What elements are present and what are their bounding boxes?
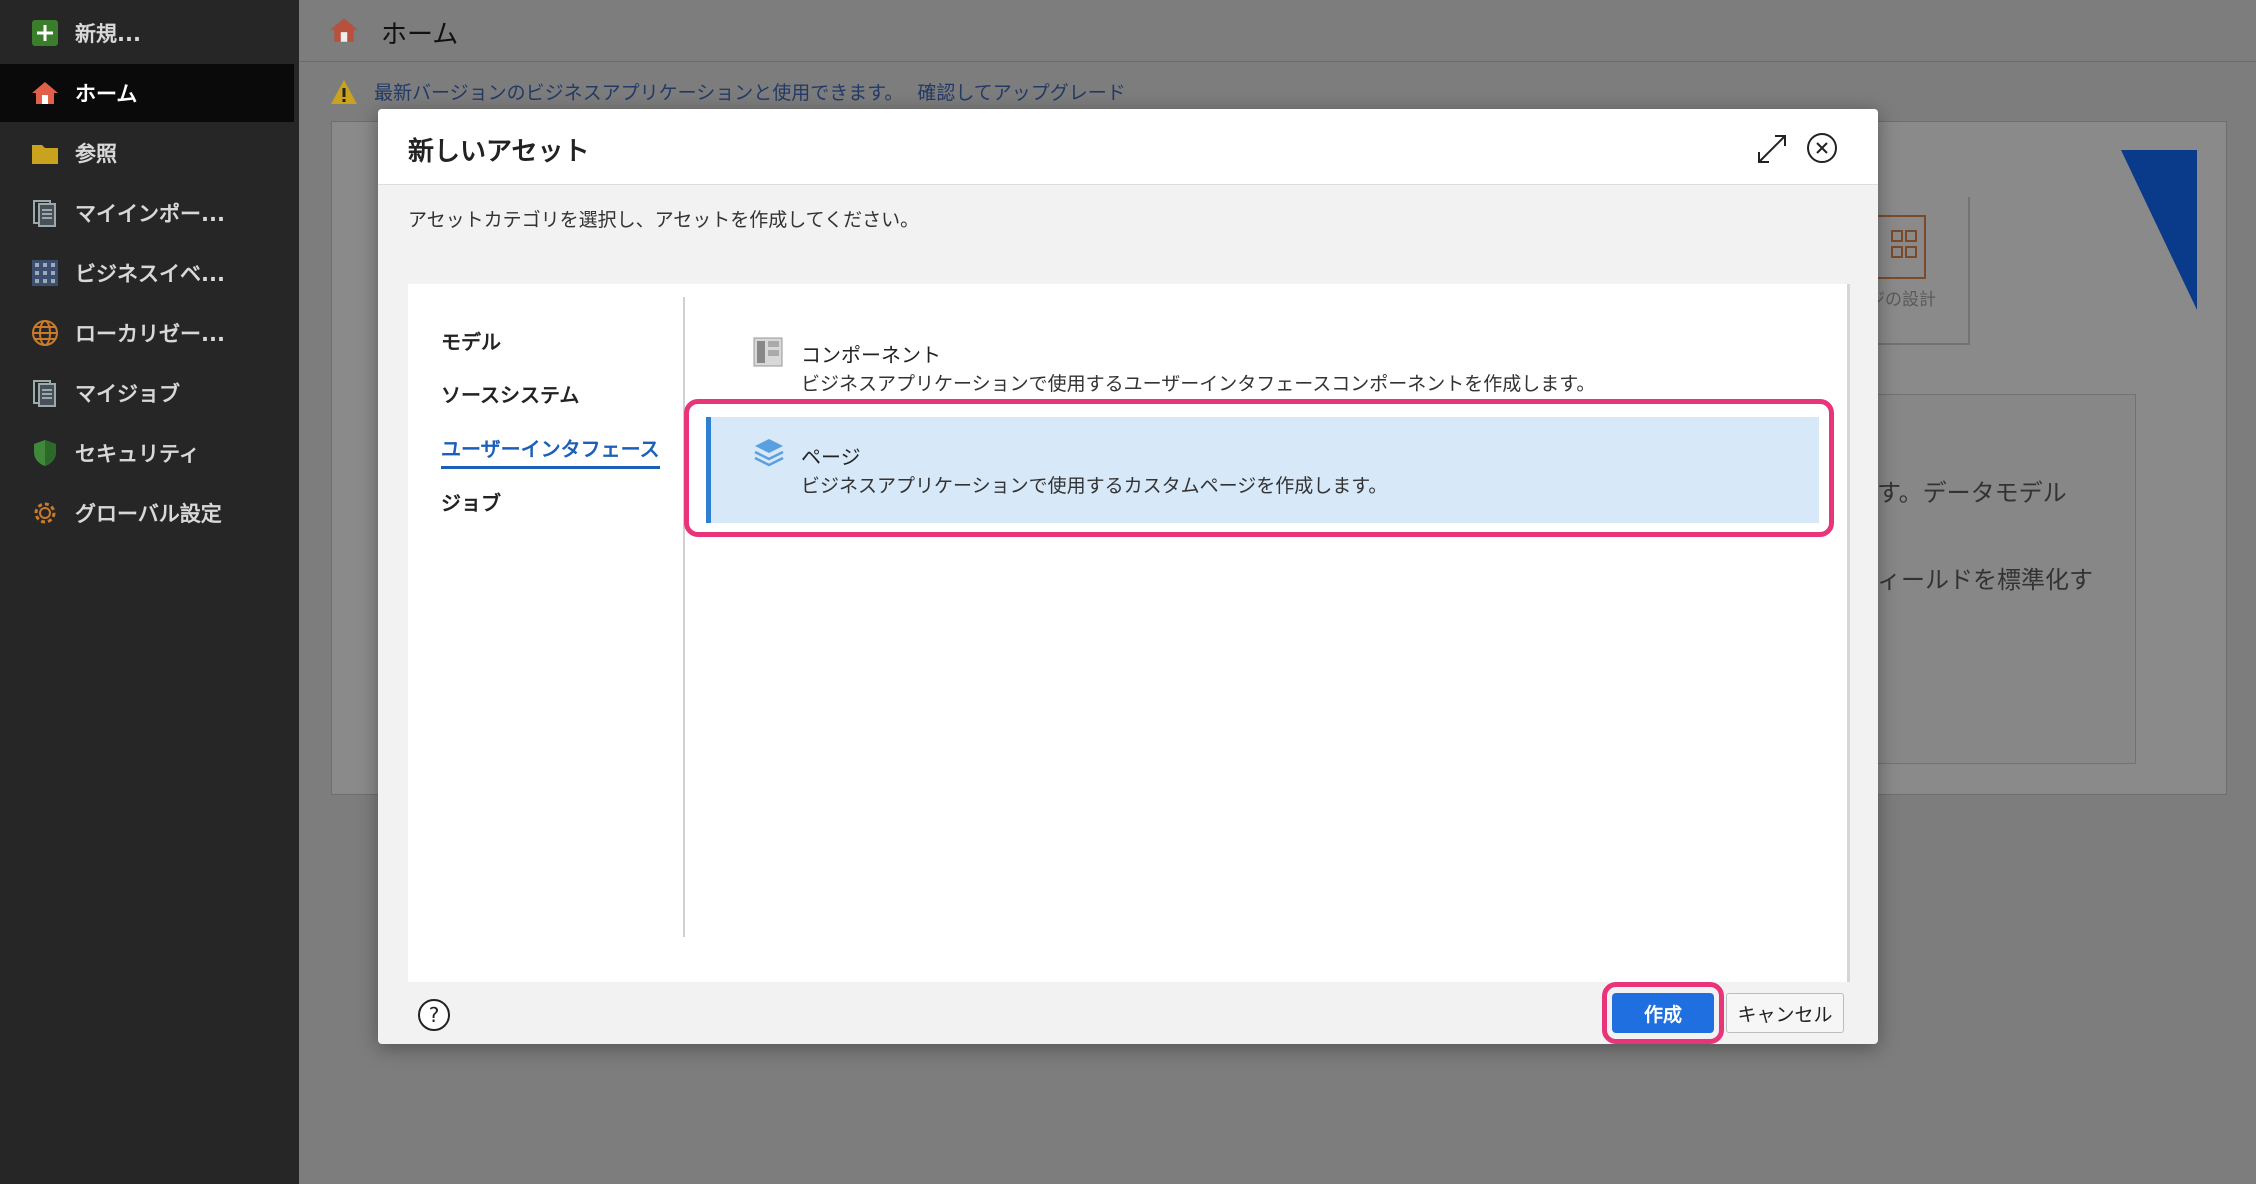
shield-icon (30, 438, 60, 468)
tile-label: ジの設計 (1868, 290, 1936, 310)
gear-icon (30, 498, 60, 528)
panel-text-line: ィールドを標準化す (1877, 566, 2093, 594)
asset-picker: モデル ソースシステム ユーザーインタフェース ジョブ コンポーネント ビジネス… (408, 284, 1850, 982)
sidebar-item-label: 新規... (75, 22, 141, 46)
grid-icon (30, 258, 60, 288)
create-button[interactable]: 作成 (1612, 993, 1714, 1033)
page-title: ホーム (381, 20, 459, 50)
asset-component[interactable]: コンポーネント ビジネスアプリケーションで使用するユーザーインタフェースコンポー… (753, 337, 1833, 407)
sidebar-item-label: グローバル設定 (75, 502, 222, 526)
globe-icon (30, 318, 60, 348)
warning-icon (330, 79, 358, 105)
close-icon[interactable] (1806, 132, 1838, 164)
sidebar-item-global-settings[interactable]: グローバル設定 (0, 484, 294, 542)
help-icon[interactable]: ? (418, 999, 450, 1031)
sidebar-item-my-imports[interactable]: マイインポー... (0, 184, 294, 242)
sidebar-item-label: ホーム (75, 82, 138, 106)
background-tile: ジの設計 (1868, 197, 1970, 345)
plus-icon (30, 18, 60, 48)
sidebar-item-localization[interactable]: ローカリゼー... (0, 304, 294, 362)
sidebar-item-home[interactable]: ホーム (0, 64, 294, 122)
upgrade-warning: 最新バージョンのビジネスアプリケーションと使用できます。 確認してアップグレード (330, 78, 1126, 105)
sidebar-item-label: 参照 (75, 142, 117, 166)
asset-title: コンポーネント (801, 343, 941, 367)
category-model[interactable]: モデル (441, 326, 501, 355)
category-job[interactable]: ジョブ (441, 487, 501, 516)
category-divider (683, 297, 685, 937)
expand-icon[interactable] (1756, 133, 1788, 165)
warning-text: 最新バージョンのビジネスアプリケーションと使用できます。 (374, 82, 904, 104)
decorative-shape (2121, 150, 2197, 310)
background-panel: す。データモデル ィールドを標準化す (1868, 394, 2136, 764)
page-header: ホーム (299, 0, 2256, 62)
category-user-interface[interactable]: ユーザーインタフェース (441, 433, 660, 469)
document-icon (30, 378, 60, 408)
document-icon (30, 198, 60, 228)
dialog-title: 新しいアセット (408, 137, 590, 167)
category-source-system[interactable]: ソースシステム (441, 379, 579, 408)
sidebar-item-business-events[interactable]: ビジネスイベ... (0, 244, 294, 302)
home-icon (30, 78, 60, 108)
sidebar-item-label: ローカリゼー... (75, 322, 225, 346)
grid-icon (1872, 215, 1926, 279)
upgrade-link[interactable]: 確認してアップグレード (917, 78, 1125, 105)
component-icon (753, 337, 785, 369)
home-icon (329, 16, 359, 44)
sidebar-item-label: マイジョブ (75, 382, 180, 406)
sidebar-item-new[interactable]: 新規... (0, 4, 294, 62)
new-asset-dialog: 新しいアセット アセットカテゴリを選択し、アセットを作成してください。 モデル … (378, 109, 1878, 1044)
dialog-header: 新しいアセット (378, 109, 1878, 185)
cancel-button[interactable]: キャンセル (1726, 993, 1844, 1033)
asset-description: ビジネスアプリケーションで使用するユーザーインタフェースコンポーネントを作成しま… (801, 373, 1596, 395)
sidebar-item-security[interactable]: セキュリティ (0, 424, 294, 482)
sidebar-item-browse[interactable]: 参照 (0, 124, 294, 182)
panel-text-line: す。データモデル (1877, 479, 2067, 507)
sidebar-item-label: マイインポー... (75, 202, 225, 226)
selection-highlight (684, 399, 1834, 537)
sidebar-item-my-jobs[interactable]: マイジョブ (0, 364, 294, 422)
sidebar-item-label: セキュリティ (75, 442, 200, 466)
dialog-description: アセットカテゴリを選択し、アセットを作成してください。 (408, 209, 920, 231)
sidebar-item-label: ビジネスイベ... (75, 262, 225, 286)
sidebar: 新規... ホーム 参照 マイインポー... ビジネスイベ... ローカリゼー.… (0, 0, 299, 1184)
folder-icon (30, 138, 60, 168)
